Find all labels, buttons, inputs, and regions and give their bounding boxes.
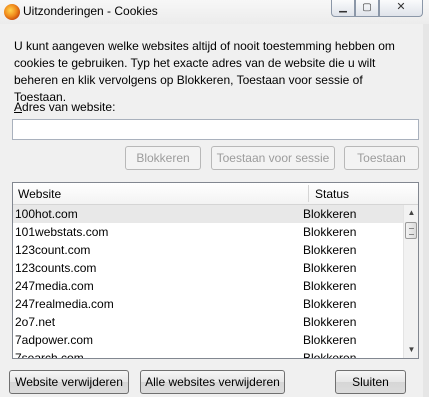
minimize-button[interactable]: ▁ [331, 0, 355, 17]
cell-website: 7adpower.com [15, 333, 94, 347]
maximize-button[interactable]: ▢ [355, 0, 379, 17]
cell-status: Blokkeren [303, 225, 357, 239]
cell-website: 247media.com [15, 279, 94, 293]
address-label-text: dres van website: [22, 100, 116, 114]
column-header-status[interactable]: Status [315, 187, 349, 201]
list-item[interactable]: 101webstats.com Blokkeren [13, 223, 403, 241]
list-item[interactable]: 7search.com Blokkeren [13, 349, 403, 359]
address-label-accesskey: A [14, 100, 23, 114]
scroll-down-icon[interactable]: ▼ [404, 342, 418, 358]
list-rows: 100hot.com Blokkeren 101webstats.com Blokke… [13, 205, 403, 359]
cell-status: Blokkeren [303, 261, 357, 275]
list-item[interactable]: 7adpower.com Blokkeren [13, 331, 403, 349]
window-title: Uitzonderingen - Cookies [23, 4, 158, 18]
cell-website: 101webstats.com [15, 225, 109, 239]
cell-status: Blokkeren [303, 279, 357, 293]
allow-session-button[interactable]: Toestaan voor sessie [211, 146, 335, 170]
cell-status: Blokkeren [303, 297, 357, 311]
list-item[interactable]: 247media.com Blokkeren [13, 277, 403, 295]
close-window-button[interactable]: ✕ [379, 0, 423, 17]
cell-status: Blokkeren [303, 315, 357, 329]
vertical-scrollbar[interactable]: ▲ ▼ [403, 205, 418, 358]
title-bar: Uitzonderingen - Cookies ▁ ▢ ✕ [0, 0, 429, 24]
cell-status: Blokkeren [303, 333, 357, 347]
allow-button[interactable]: Toestaan [344, 146, 419, 170]
cell-website: 100hot.com [15, 207, 78, 221]
cell-website: 247realmedia.com [15, 297, 114, 311]
cell-status: Blokkeren [303, 207, 357, 221]
cell-website: 123counts.com [15, 261, 97, 275]
list-item[interactable]: 100hot.com Blokkeren [13, 205, 403, 223]
remove-site-button[interactable]: Website verwijderen [9, 370, 129, 394]
cell-status: Blokkeren [303, 351, 357, 359]
list-item[interactable]: 123count.com Blokkeren [13, 241, 403, 259]
column-header-website[interactable]: Website [18, 187, 61, 201]
scroll-thumb[interactable] [405, 222, 417, 239]
list-item[interactable]: 2o7.net Blokkeren [13, 313, 403, 331]
cell-status: Blokkeren [303, 243, 357, 257]
cell-website: 123count.com [15, 243, 91, 257]
dialog-content: U kunt aangeven welke websites altijd of… [0, 24, 429, 397]
cell-website: 7search.com [15, 351, 84, 359]
exceptions-list[interactable]: Website Status 100hot.com Blokkeren 101web… [12, 182, 419, 359]
list-item[interactable]: 123counts.com Blokkeren [13, 259, 403, 277]
address-label: Adres van website: [14, 100, 115, 114]
cell-website: 2o7.net [15, 315, 56, 329]
firefox-icon [4, 4, 20, 20]
list-item[interactable]: 247realmedia.com Blokkeren [13, 295, 403, 313]
column-separator[interactable] [308, 185, 309, 202]
address-input[interactable] [12, 119, 419, 140]
description-text: U kunt aangeven welke websites altijd of… [14, 39, 395, 104]
close-button[interactable]: Sluiten [335, 370, 406, 394]
list-header: Website Status [13, 183, 418, 205]
scroll-up-icon[interactable]: ▲ [404, 205, 418, 221]
remove-all-sites-button[interactable]: Alle websites verwijderen [140, 370, 285, 394]
block-button[interactable]: Blokkeren [125, 146, 201, 170]
